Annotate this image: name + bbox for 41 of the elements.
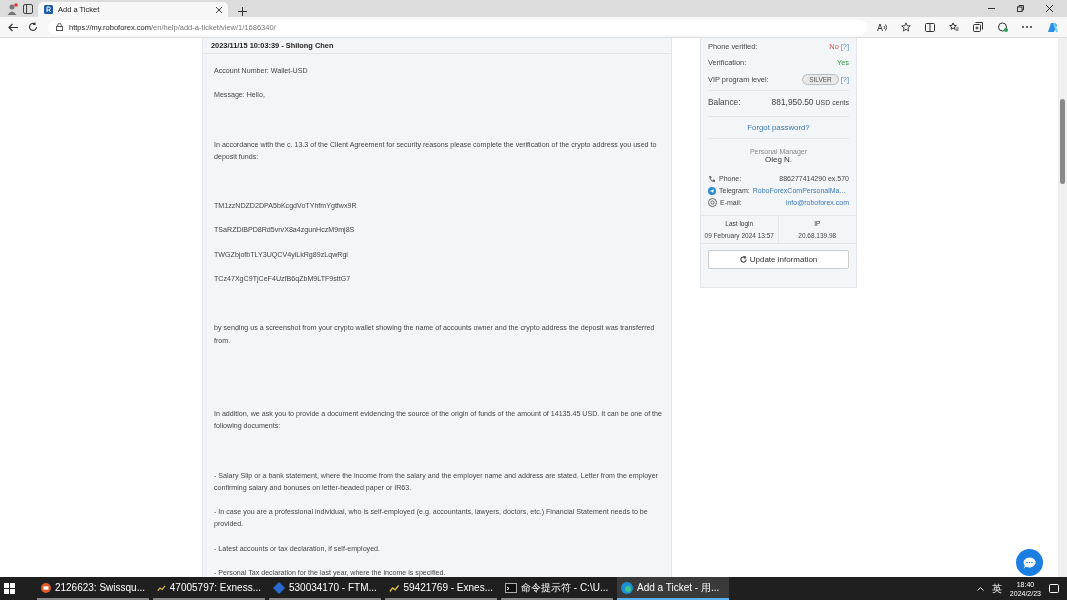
terminal-icon — [505, 582, 517, 593]
start-icon[interactable] — [4, 583, 15, 594]
scrollbar[interactable] — [1058, 38, 1067, 577]
close-icon[interactable] — [216, 6, 222, 13]
star-icon[interactable] — [901, 22, 911, 32]
lock-icon — [56, 23, 63, 31]
close-icon[interactable] — [1046, 5, 1053, 12]
at-icon — [708, 198, 717, 207]
balance-label: Balance: — [708, 96, 741, 107]
telegram-icon — [708, 186, 716, 195]
diamond-icon — [273, 581, 285, 594]
collections-icon[interactable] — [973, 22, 983, 32]
taskbar-item[interactable]: 47005797: Exness... — [153, 577, 265, 600]
browser-icon — [621, 581, 633, 594]
notification-icon[interactable] — [1049, 583, 1059, 594]
app-icon — [41, 581, 51, 594]
manager-name: Oleg N. — [763, 154, 793, 164]
new-tab-icon[interactable] — [238, 7, 247, 16]
taskbar-item[interactable]: 2126623: Swissqu... — [37, 577, 149, 600]
taskbar-item[interactable]: 59421769 - Exnes... — [385, 577, 497, 600]
tab-actions-icon[interactable] — [22, 3, 34, 15]
input-method-indicator[interactable]: 英 — [991, 581, 1002, 596]
extensions-icon[interactable] — [997, 22, 1008, 32]
restore-icon[interactable] — [1017, 5, 1024, 12]
taskbar-item[interactable]: 命令提示符 - C:\U... — [501, 577, 613, 600]
copilot-icon[interactable] — [1046, 20, 1059, 34]
phone-icon — [708, 174, 716, 183]
read-aloud-icon[interactable] — [877, 22, 887, 32]
site-logo-icon — [44, 5, 53, 14]
refresh-icon — [739, 255, 747, 263]
split-screen-icon[interactable] — [925, 22, 935, 32]
taskbar-item[interactable]: Add a Ticket - 用... — [617, 577, 729, 600]
back-arrow-icon[interactable] — [8, 22, 18, 32]
profile-icon[interactable] — [6, 3, 18, 15]
refresh-icon[interactable] — [28, 22, 38, 32]
chevron-up-icon[interactable] — [976, 586, 984, 591]
taskbar-item[interactable]: 530034170 - FTM... — [269, 577, 381, 600]
chat-bubble-icon — [1023, 556, 1036, 569]
update-information-button[interactable]: Update information — [708, 249, 849, 269]
chat-button[interactable] — [1016, 549, 1043, 576]
favorites-icon[interactable] — [949, 22, 959, 32]
